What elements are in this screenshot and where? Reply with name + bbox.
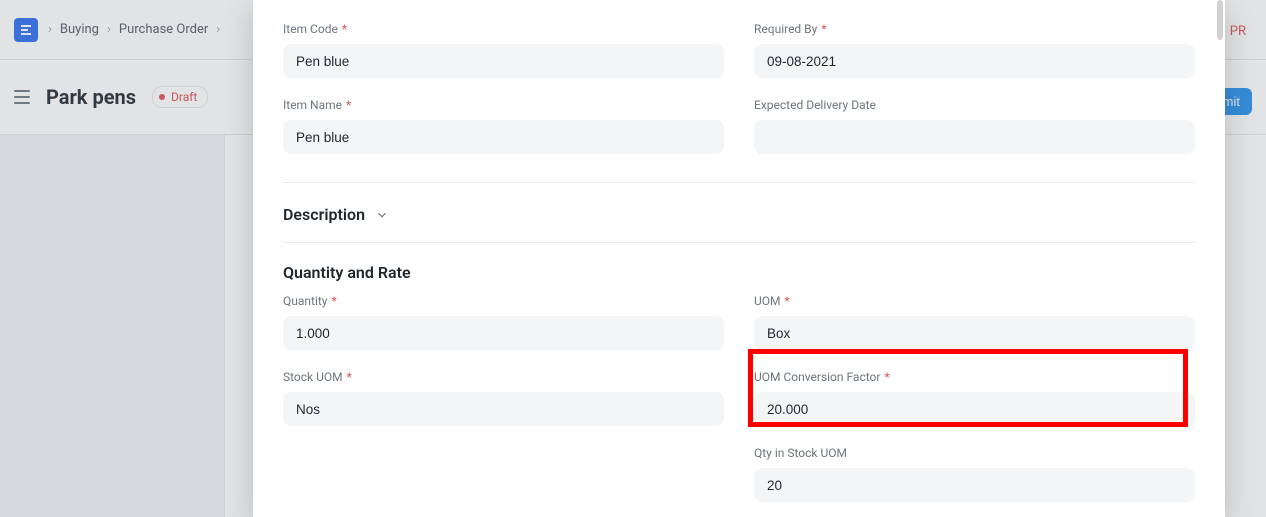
expected-delivery-date-input[interactable] [754, 120, 1195, 154]
label-stock-uom: Stock UOM [283, 370, 343, 384]
item-code-input[interactable] [283, 44, 724, 78]
field-expected-delivery-date: Expected Delivery Date [754, 98, 1195, 154]
required-marker: * [346, 98, 351, 112]
required-marker: * [785, 294, 790, 308]
field-uom-conversion-factor: UOM Conversion Factor * [754, 370, 1195, 426]
required-marker: * [342, 22, 347, 36]
field-quantity: Quantity * [283, 294, 724, 350]
scrollbar-thumb[interactable] [1217, 0, 1223, 40]
required-marker: * [821, 22, 826, 36]
label-qty-in-stock-uom: Qty in Stock UOM [754, 446, 847, 460]
field-stock-uom: Stock UOM * [283, 370, 724, 426]
qty-in-stock-uom-input[interactable] [754, 468, 1195, 502]
section-toggle-description[interactable]: Description [283, 183, 1195, 242]
uom-conversion-factor-input[interactable] [754, 392, 1195, 426]
label-quantity: Quantity [283, 294, 327, 308]
field-qty-in-stock-uom: Qty in Stock UOM [754, 446, 1195, 502]
section-title-description: Description [283, 205, 365, 224]
label-required-by: Required By [754, 22, 817, 36]
chevron-down-icon [375, 208, 389, 222]
scrollbar[interactable] [1217, 0, 1223, 517]
field-item-code: Item Code * [283, 22, 724, 78]
uom-input[interactable] [754, 316, 1195, 350]
label-item-code: Item Code [283, 22, 338, 36]
required-marker: * [347, 370, 352, 384]
required-marker: * [884, 370, 889, 384]
label-expected-delivery-date: Expected Delivery Date [754, 98, 876, 112]
stock-uom-input[interactable] [283, 392, 724, 426]
required-marker: * [331, 294, 336, 308]
label-item-name: Item Name [283, 98, 342, 112]
item-dialog: Item Code * Item Name * Required By * [253, 0, 1225, 517]
label-uom: UOM [754, 294, 781, 308]
section-title-quantity-and-rate: Quantity and Rate [283, 243, 1195, 290]
quantity-input[interactable] [283, 316, 724, 350]
field-item-name: Item Name * [283, 98, 724, 154]
field-required-by: Required By * [754, 22, 1195, 78]
required-by-input[interactable] [754, 44, 1195, 78]
label-uom-conversion-factor: UOM Conversion Factor [754, 370, 880, 384]
field-uom: UOM * [754, 294, 1195, 350]
item-name-input[interactable] [283, 120, 724, 154]
